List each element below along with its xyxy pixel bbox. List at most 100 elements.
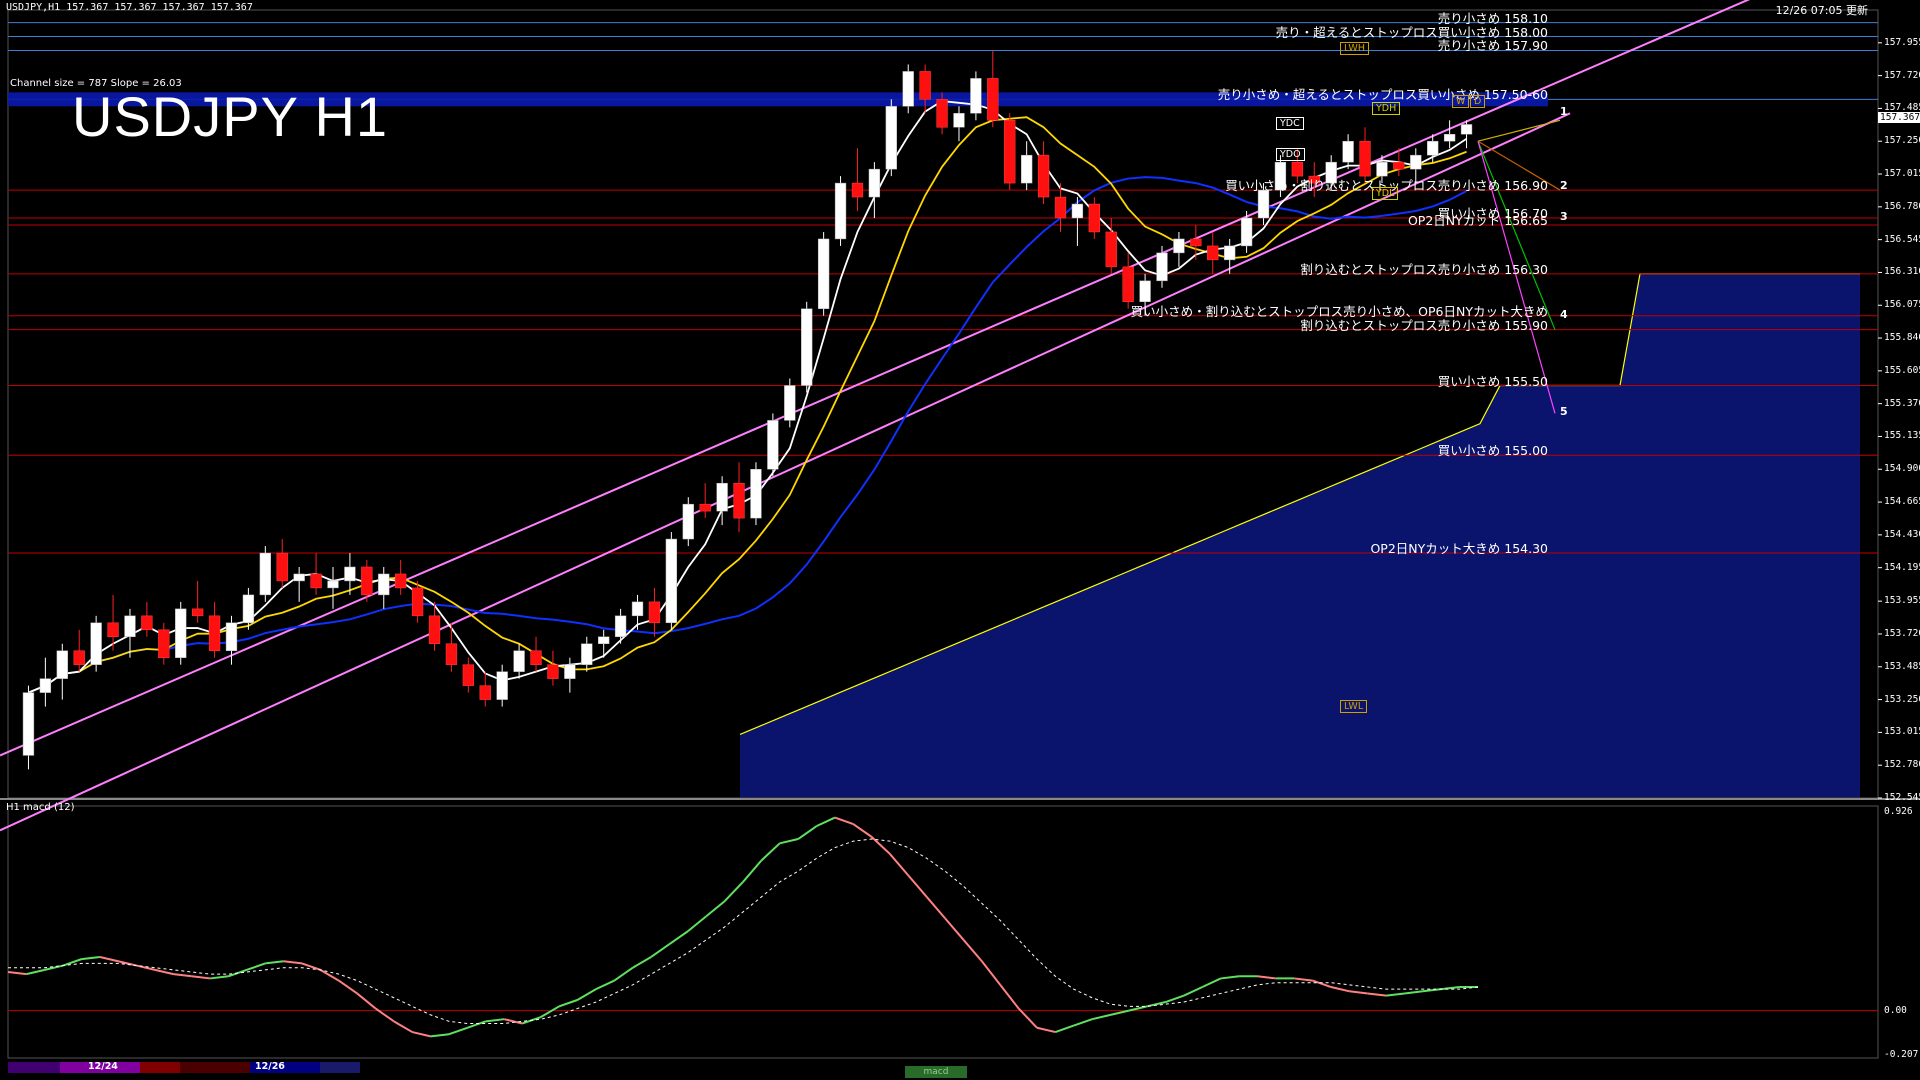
candle-body: [750, 469, 762, 519]
macd-line-segment: [412, 1031, 431, 1038]
candle-body: [970, 78, 982, 114]
candle-body: [310, 573, 322, 589]
candle-body: [1088, 203, 1100, 233]
candle-body: [462, 664, 475, 686]
price-tick-label: 156.310: [1884, 266, 1920, 278]
candle-body: [1410, 154, 1422, 170]
macd-line-segment: [1201, 977, 1222, 988]
candle-body: [1105, 231, 1117, 268]
macd-line-segment: [632, 956, 652, 969]
price-tick-label: 156.545: [1884, 233, 1920, 245]
candle-body: [175, 608, 187, 658]
macd-line-segment: [1017, 1007, 1038, 1029]
candle-body: [191, 608, 204, 617]
price-tick-label: 157.720: [1884, 69, 1920, 81]
level-tag: YDH: [1372, 102, 1401, 116]
wave-label: 5: [1560, 405, 1568, 419]
candle-body: [784, 385, 796, 421]
price-level-note: 買い小さめ 155.00: [1437, 443, 1548, 459]
candle-body: [1020, 154, 1033, 184]
macd-label: H1 macd (12): [6, 802, 75, 813]
macd-line-segment: [448, 1026, 468, 1036]
macd-line-segment: [1091, 1013, 1111, 1021]
candle-body: [56, 650, 68, 679]
candle-body: [682, 503, 694, 540]
macd-signal-line: [8, 838, 1479, 1024]
macd-line-segment: [430, 1033, 450, 1038]
macd-line-segment: [393, 1020, 413, 1033]
candle-body: [276, 552, 288, 582]
candle-body: [1240, 217, 1253, 247]
candle-body: [73, 650, 85, 665]
price-tick-label: 155.370: [1884, 397, 1920, 409]
macd-line-segment: [834, 816, 854, 825]
date-label: 12/26: [255, 1061, 285, 1072]
macd-line-segment: [595, 979, 615, 991]
macd-line-segment: [1128, 1005, 1148, 1012]
price-tick-label: 152.545: [1884, 792, 1920, 803]
macd-line-segment: [99, 956, 119, 963]
price-level-note: 売り小さめ・超えるとストップロス買い小さめ 157.50-60: [1217, 87, 1548, 103]
candle-body: [801, 308, 813, 386]
macd-line-segment: [1036, 1026, 1056, 1034]
candle-body: [834, 182, 847, 240]
candle-body: [902, 71, 914, 107]
candle-body: [547, 664, 559, 679]
candle-body: [919, 71, 931, 100]
level-tag: YDL: [1372, 187, 1399, 201]
candle-body: [22, 692, 35, 756]
price-level-note: 買い小さめ 155.50: [1437, 373, 1548, 389]
big-title: USDJPY H1: [72, 85, 389, 148]
candle-body: [1139, 280, 1151, 302]
macd-line-segment: [650, 943, 671, 958]
macd-line-segment: [338, 979, 358, 995]
candle-body: [767, 420, 779, 470]
candle-body: [631, 601, 644, 617]
macd-line-segment: [1386, 992, 1405, 997]
current-price-box: 157.367: [1878, 112, 1920, 123]
candle-body: [1393, 161, 1405, 170]
ichimoku-cloud: [740, 273, 1860, 798]
symbol-header: USDJPY,H1 157.367 157.367 157.367 157.36…: [6, 2, 253, 13]
candle-body: [530, 650, 542, 665]
level-tag: YDO: [1276, 148, 1305, 162]
candle-body: [987, 78, 999, 121]
macd-line-segment: [44, 964, 64, 971]
price-tick-label: 154.430: [1884, 528, 1920, 540]
date-bar-segment: [320, 1062, 360, 1073]
candle-body: [1173, 238, 1185, 254]
candle-body: [225, 622, 238, 651]
date-bar-segment: [140, 1062, 180, 1073]
wave-label: 3: [1560, 209, 1568, 223]
macd-line-segment: [1165, 994, 1185, 1003]
macd-line-segment: [577, 988, 597, 1001]
price-tick-label: 155.135: [1884, 430, 1920, 442]
macd-line-segment: [742, 859, 763, 883]
macd-line-segment: [1073, 1018, 1093, 1027]
date-bar-segment: [180, 1062, 250, 1073]
candle-body: [90, 622, 102, 665]
macd-line-segment: [81, 955, 100, 961]
candle-body: [242, 594, 255, 624]
candle-body: [936, 99, 948, 128]
price-level-note: OP2日NYカット 156.65: [1407, 212, 1548, 228]
candle-body: [208, 615, 221, 651]
macd-line-segment: [154, 968, 174, 976]
macd-line-segment: [981, 960, 1002, 986]
macd-line-segment: [613, 966, 634, 982]
candle-body: [445, 643, 458, 665]
price-tick-label: 157.485: [1884, 102, 1920, 114]
macd-line-segment: [1330, 986, 1350, 993]
updated-timestamp: 12/26 07:05 更新: [1775, 4, 1868, 17]
wave-label: 4: [1560, 307, 1568, 321]
price-tick-label: 153.955: [1884, 595, 1920, 607]
macd-line-segment: [907, 874, 928, 898]
candle-body: [1291, 161, 1304, 177]
date-bar-segment: [8, 1062, 60, 1073]
candle-body: [428, 615, 441, 645]
macd-line-segment: [687, 915, 707, 933]
macd-line-segment: [1441, 986, 1460, 991]
price-level-note: 割り込むとストップロス売り小さめ 155.90: [1300, 317, 1548, 333]
macd-line-segment: [62, 958, 82, 967]
projection-line-1: [1477, 119, 1561, 142]
